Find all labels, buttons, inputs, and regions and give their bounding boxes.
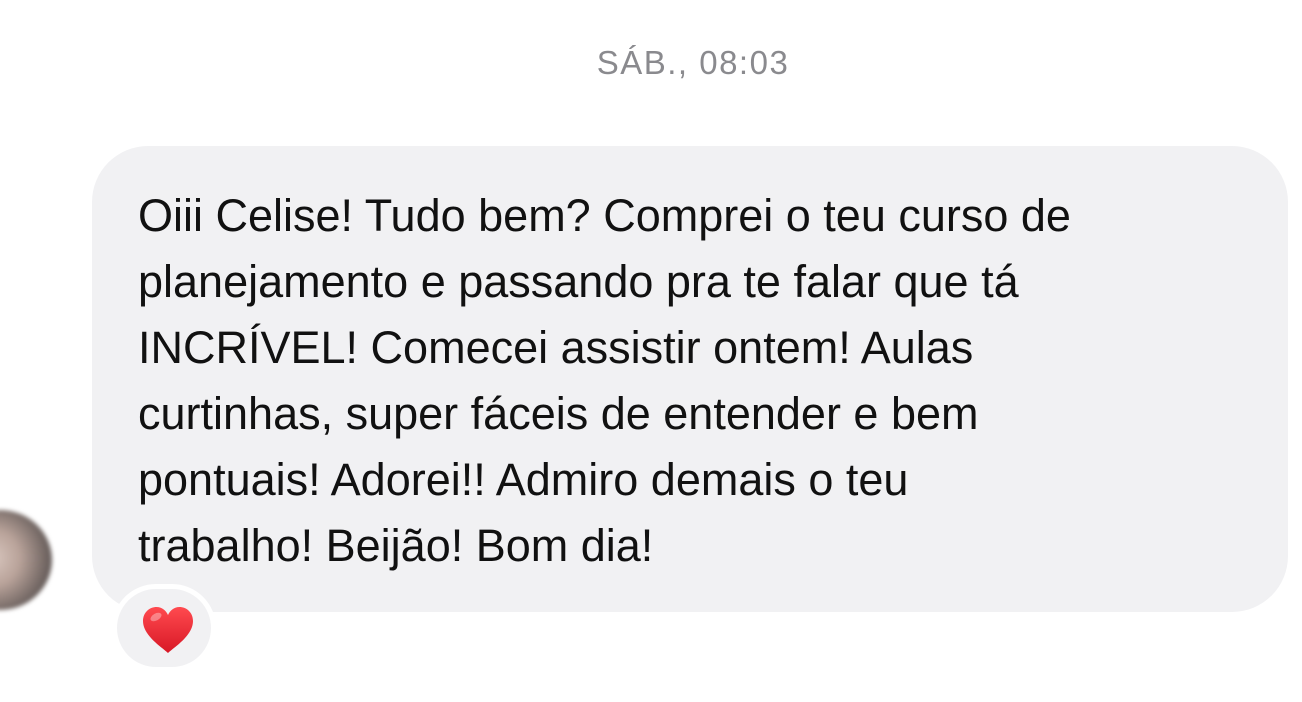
message-timestamp: SÁB., 08:03 <box>596 44 790 81</box>
message-line: Oiii Celise! Tudo bem? Comprei o teu cur… <box>138 190 1071 241</box>
message-line: planejamento e passando pra te falar que… <box>138 256 1019 307</box>
message-text: Oiii Celise! Tudo bem? Comprei o teu cur… <box>138 183 1258 579</box>
message-line: pontuais! Adorei!! Admiro demais o teu <box>138 454 909 505</box>
message-line: INCRÍVEL! Comecei assistir ontem! Aulas <box>138 322 974 373</box>
heart-icon <box>143 607 193 653</box>
sender-avatar[interactable] <box>0 510 52 610</box>
reaction-badge[interactable] <box>112 584 216 672</box>
message-line: trabalho! Beijão! Bom dia! <box>138 520 654 571</box>
message-line: curtinhas, super fáceis de entender e be… <box>138 388 979 439</box>
